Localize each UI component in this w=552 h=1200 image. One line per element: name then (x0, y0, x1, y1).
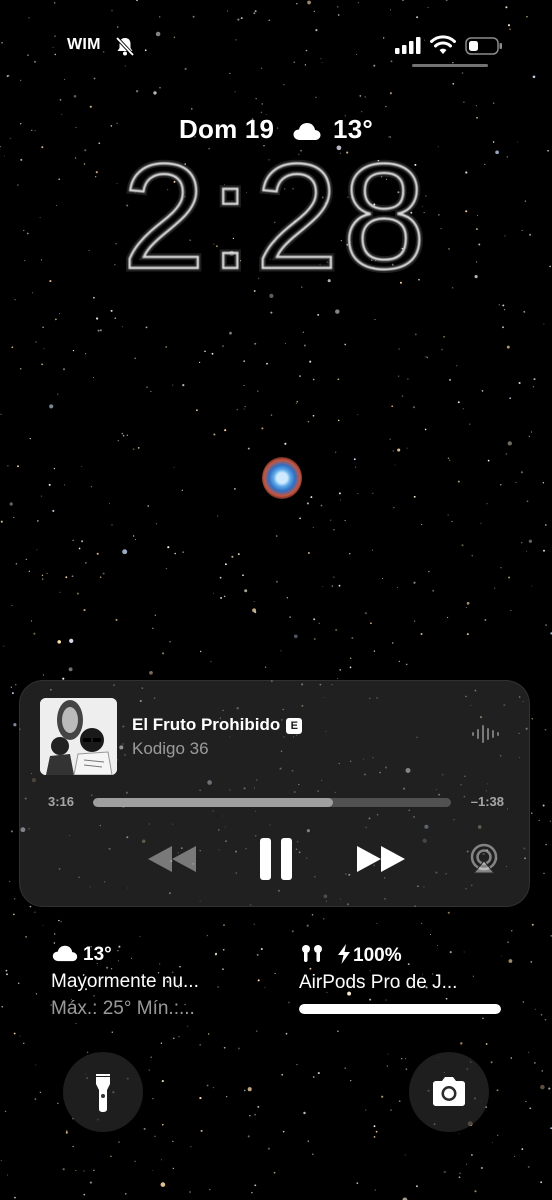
weather-condition: Mayormente nu... (51, 971, 199, 992)
audio-waveform-icon[interactable] (471, 724, 501, 744)
song-artist: Kodigo 36 (132, 739, 209, 758)
camera-button[interactable] (409, 1052, 489, 1132)
pause-icon[interactable] (256, 836, 296, 882)
carrier-name: WIM (67, 36, 101, 53)
control-center-grabber[interactable] (412, 64, 488, 67)
rewind-icon[interactable] (145, 836, 199, 882)
charging-bolt-icon (338, 944, 350, 964)
song-title-text: El Fruto Prohibido (132, 715, 281, 734)
weather-range: Máx.: 25° Mín.:... (51, 998, 195, 1019)
camera-icon (433, 1077, 465, 1106)
bell-slash-icon (115, 36, 135, 56)
cloud-icon (52, 945, 78, 962)
song-title: El Fruto Prohibido E (132, 715, 303, 735)
airpods-icon (302, 945, 322, 962)
remaining-time: –1:38 (470, 794, 504, 809)
airpods-name: AirPods Pro de J... (299, 972, 458, 993)
flashlight-button[interactable] (63, 1052, 143, 1132)
progress-scrubber[interactable] (93, 798, 451, 807)
elapsed-time: 3:16 (48, 794, 75, 809)
fast-forward-icon[interactable] (354, 836, 408, 882)
ring-nebula (262, 457, 302, 499)
airplay-icon[interactable] (468, 843, 500, 875)
airpods-battery-widget[interactable]: 100% AirPods Pro de J... (299, 944, 504, 1014)
explicit-badge: E (286, 718, 303, 734)
weather-temperature-row: 13° (51, 944, 261, 966)
cloud-icon (293, 123, 321, 140)
weather-widget[interactable]: 13° Mayormente nu... Máx.: 25° Mín.:... (51, 944, 261, 1020)
flashlight-icon (96, 1074, 110, 1112)
now-playing-widget[interactable]: El Fruto Prohibido E Kodigo 36 3:16 –1:38 (19, 680, 530, 907)
battery-icon (465, 37, 502, 55)
cellular-signal-icon (395, 37, 421, 54)
status-bar: WIM (0, 34, 552, 60)
wifi-icon (430, 35, 456, 54)
airpods-battery-percent: 100% (353, 945, 402, 966)
progress-fill (93, 798, 333, 807)
airpods-battery-fill (299, 1004, 501, 1014)
album-art[interactable] (40, 698, 117, 775)
svg-text:2:28: 2:28 (122, 140, 430, 290)
weather-temperature: 13° (83, 944, 112, 965)
airpods-battery-bar (299, 1004, 501, 1014)
airpods-battery-row: 100% (299, 944, 504, 967)
lock-clock: 2:28 2:28 (119, 140, 430, 290)
